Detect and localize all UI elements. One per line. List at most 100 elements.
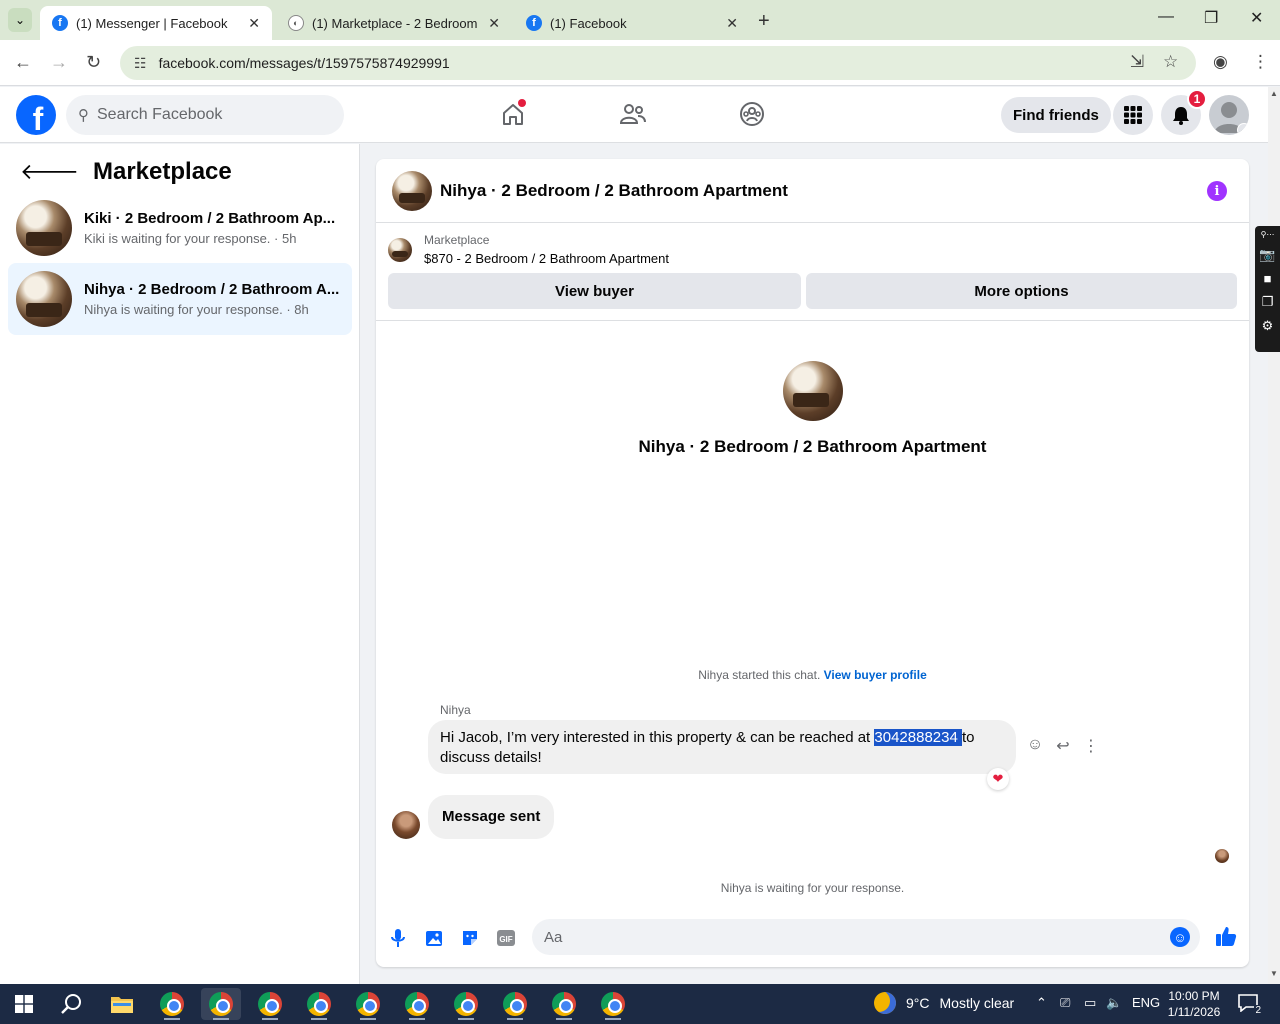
more-vertical-icon[interactable]: ⋮ [1082, 736, 1100, 756]
selected-phone-number: 3042888234 [874, 729, 962, 746]
chrome-icon [552, 992, 576, 1016]
search-input[interactable] [97, 106, 317, 124]
windows-icon[interactable]: ❐ [1262, 294, 1274, 310]
camera-icon[interactable]: 📷 [1259, 247, 1275, 263]
folder-icon [111, 997, 133, 1013]
marketplace-conversation-list: 🡐 Marketplace Kiki · 2 Bedroom / 2 Bathr… [0, 144, 360, 984]
taskbar-search-button[interactable] [52, 988, 92, 1020]
chrome-taskbar-button[interactable] [201, 988, 241, 1020]
chrome-taskbar-button[interactable] [544, 988, 584, 1020]
photo-icon[interactable] [423, 927, 445, 949]
tab-messenger[interactable]: f (1) Messenger | Facebook ✕ [40, 6, 272, 40]
close-tab-icon[interactable]: ✕ [488, 15, 500, 32]
listing-small-thumbnail [388, 237, 412, 262]
info-icon[interactable]: i [1207, 181, 1227, 201]
message-input[interactable] [544, 928, 1144, 946]
account-avatar[interactable]: ⌄ [1209, 95, 1249, 135]
facebook-favicon-icon: f [52, 15, 68, 31]
message-input-wrapper[interactable]: ☺ [532, 919, 1200, 955]
chrome-taskbar-button[interactable] [446, 988, 486, 1020]
toolbar-grip-icon[interactable]: ⚲⋯ [1261, 230, 1275, 239]
bookmark-star-icon[interactable]: ☆ [1163, 52, 1178, 72]
chrome-taskbar-button[interactable] [495, 988, 535, 1020]
new-tab-icon[interactable]: + [758, 10, 770, 33]
page-scrollbar[interactable]: ▲ ▼ [1268, 87, 1280, 984]
notification-badge: 1 [1187, 89, 1207, 109]
start-button[interactable] [4, 988, 44, 1020]
language-indicator[interactable]: ENG [1132, 995, 1160, 1010]
running-indicator [507, 1018, 523, 1020]
profile-icon[interactable]: ◉ [1213, 52, 1228, 72]
heart-reaction-icon[interactable]: ❤ [987, 768, 1009, 790]
chrome-taskbar-button[interactable] [250, 988, 290, 1020]
more-options-button[interactable]: More options [806, 273, 1237, 309]
incoming-message[interactable]: Hi Jacob, I’m very interested in this pr… [428, 720, 1016, 774]
restore-icon[interactable]: ❐ [1204, 8, 1218, 28]
listing-thumbnail [16, 271, 72, 327]
view-buyer-profile-link[interactable]: View buyer profile [824, 668, 927, 682]
tab-marketplace[interactable]: ◐ (1) Marketplace - 2 Bedroom / 2 ✕ [276, 6, 512, 40]
show-hidden-icons-chevron-icon[interactable]: ⌃ [1036, 995, 1047, 1011]
friends-nav-button[interactable] [618, 99, 648, 129]
back-arrow-icon[interactable]: ← [14, 52, 32, 73]
conversation-item-kiki[interactable]: Kiki · 2 Bedroom / 2 Bathroom Ap... Kiki… [8, 192, 352, 264]
system-clock[interactable]: 10:00 PM 1/11/2026 [1158, 988, 1230, 1020]
chevron-down-icon: ⌄ [1237, 123, 1249, 135]
tab-facebook[interactable]: f (1) Facebook ✕ [514, 6, 750, 40]
notification-center-button[interactable]: 2 [1238, 994, 1262, 1016]
auto-reply-message[interactable]: Message sent [428, 795, 555, 839]
back-arrow-icon[interactable]: 🡐 [20, 159, 79, 185]
chrome-taskbar-button[interactable] [348, 988, 388, 1020]
facebook-logo-icon[interactable]: f [16, 95, 56, 135]
forward-arrow-icon[interactable]: → [50, 52, 68, 73]
scroll-down-arrow-icon[interactable]: ▼ [1270, 969, 1278, 978]
chrome-icon [160, 992, 184, 1016]
network-icon[interactable]: ▭ [1084, 995, 1096, 1011]
url-omnibox[interactable]: ☷ facebook.com/messages/t/15975758749299… [120, 46, 1196, 80]
chat-title[interactable]: Nihya · 2 Bedroom / 2 Bathroom Apartment [440, 181, 788, 201]
sender-avatar[interactable] [392, 811, 420, 839]
reply-icon[interactable]: ↩ [1054, 736, 1072, 756]
groups-nav-button[interactable] [737, 99, 767, 129]
video-camera-icon[interactable]: ■ [1264, 271, 1272, 286]
volume-icon[interactable]: 🔈 [1106, 995, 1122, 1011]
sticker-icon[interactable] [459, 927, 481, 949]
close-tab-icon[interactable]: ✕ [726, 15, 738, 32]
tab-search-button[interactable]: ⌄ [8, 8, 32, 32]
facebook-search[interactable]: ⚲ [66, 95, 344, 135]
file-explorer-button[interactable] [102, 988, 142, 1020]
close-window-icon[interactable]: ✕ [1250, 8, 1263, 28]
running-indicator [409, 1018, 425, 1020]
reload-icon[interactable]: ↻ [86, 52, 101, 73]
weather-widget[interactable]: 9°C Mostly clear [874, 992, 1014, 1014]
find-friends-button[interactable]: Find friends [1001, 97, 1111, 133]
meet-now-icon[interactable]: ⎚ [1060, 995, 1070, 1011]
moon-weather-icon [874, 992, 896, 1014]
menu-button[interactable] [1113, 95, 1153, 135]
close-tab-icon[interactable]: ✕ [248, 15, 260, 32]
react-emoji-icon[interactable]: ☺ [1026, 736, 1044, 756]
chrome-taskbar-button[interactable] [152, 988, 192, 1020]
view-buyer-button[interactable]: View buyer [388, 273, 801, 309]
site-settings-icon[interactable]: ☷ [134, 55, 147, 72]
scroll-up-arrow-icon[interactable]: ▲ [1270, 89, 1278, 98]
settings-gear-icon[interactable]: ⚙ [1262, 318, 1274, 334]
gif-icon[interactable]: GIF [495, 927, 517, 949]
conversation-item-nihya[interactable]: Nihya · 2 Bedroom / 2 Bathroom A... Nihy… [8, 263, 352, 335]
browser-menu-icon[interactable]: ⋮ [1252, 52, 1269, 72]
minimize-icon[interactable]: — [1158, 8, 1174, 26]
chrome-taskbar-button[interactable] [593, 988, 633, 1020]
home-nav-button[interactable] [498, 99, 528, 129]
chrome-icon [356, 992, 380, 1016]
chrome-taskbar-button[interactable] [299, 988, 339, 1020]
facebook-favicon-icon: f [526, 15, 542, 31]
thumbs-up-icon[interactable] [1215, 925, 1237, 947]
listing-summary[interactable]: Marketplace $870 - 2 Bedroom / 2 Bathroo… [388, 233, 669, 266]
notifications-button[interactable]: 1 [1161, 89, 1207, 135]
chrome-taskbar-button[interactable] [397, 988, 437, 1020]
chat-listing-thumbnail[interactable] [392, 170, 432, 211]
install-app-icon[interactable]: ⇲ [1130, 52, 1144, 72]
chrome-icon [258, 992, 282, 1016]
emoji-icon[interactable]: ☺ [1170, 927, 1190, 947]
microphone-icon[interactable] [387, 927, 409, 949]
